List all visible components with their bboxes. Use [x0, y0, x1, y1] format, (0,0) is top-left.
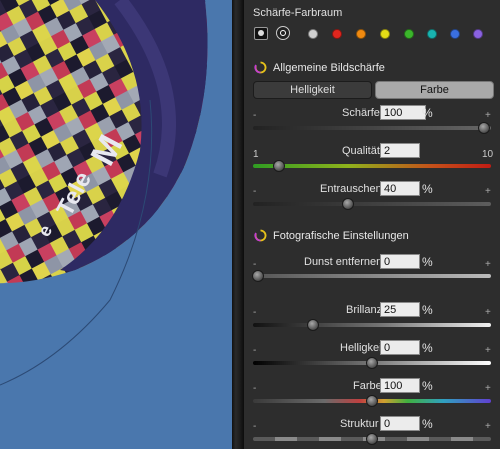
brightness-knob[interactable] — [366, 357, 378, 369]
color-dot-green[interactable] — [404, 29, 414, 39]
structure-input[interactable]: 0 — [380, 416, 420, 431]
section-photographic-settings: Fotografische Einstellungen — [273, 230, 409, 242]
color-dot-gray[interactable] — [308, 29, 318, 39]
panel-divider[interactable] — [232, 0, 244, 449]
sharpness-unit: % — [422, 106, 433, 120]
noise-label: Entrauschen — [320, 183, 382, 195]
quality-max-label: 10 — [482, 149, 494, 160]
color-label: Farbe — [353, 380, 382, 392]
tab-brightness[interactable]: Helligkeit — [253, 81, 372, 99]
hot-air-balloon-image: M Tele e — [0, 0, 208, 386]
color-wheel-icon[interactable] — [276, 26, 290, 40]
photo-preview: M Tele e — [0, 0, 232, 449]
noise-unit: % — [422, 182, 433, 196]
brilliance-track — [253, 323, 491, 327]
brightness-minus: - — [253, 345, 257, 356]
quality-input[interactable]: 2 — [380, 143, 420, 158]
tab-color[interactable]: Farbe — [375, 81, 494, 99]
color-plus: + — [485, 383, 491, 394]
brightness-unit: % — [422, 341, 433, 355]
color-dot-cyan[interactable] — [427, 29, 437, 39]
brilliance-unit: % — [422, 303, 433, 317]
sharpness-panel: Schärfe-Farbraum Allgemeine Bildschärfe … — [244, 0, 500, 449]
noise-input[interactable]: 40 — [380, 181, 420, 196]
sharpness-knob[interactable] — [477, 122, 490, 134]
brilliance-input[interactable]: 25 — [380, 302, 420, 317]
sharpness-input[interactable]: 100 — [380, 105, 426, 120]
brilliance-plus: + — [485, 307, 491, 318]
structure-knob[interactable] — [366, 433, 378, 445]
quality-track — [253, 164, 491, 168]
sharpness-minus: - — [253, 110, 257, 121]
haze-label: Dunst entfernen — [304, 256, 383, 268]
structure-label: Struktur — [340, 418, 379, 430]
structure-unit: % — [422, 417, 433, 431]
haze-knob[interactable] — [251, 270, 264, 282]
brightness-label: Helligkeit — [340, 342, 385, 354]
color-dot-yellow[interactable] — [380, 29, 390, 39]
structure-plus: + — [485, 421, 491, 432]
noise-track — [253, 202, 491, 206]
sharpness-track — [253, 126, 491, 130]
quality-label: Qualität — [342, 145, 380, 157]
color-knob[interactable] — [366, 395, 378, 407]
brilliance-label: Brillanz — [346, 304, 383, 316]
sharpness-plus: + — [485, 110, 491, 121]
color-unit: % — [422, 379, 433, 393]
color-dot-red[interactable] — [332, 29, 342, 39]
sharpness-label: Schärfe — [342, 107, 380, 119]
haze-track — [253, 274, 491, 278]
brilliance-minus: - — [253, 307, 257, 318]
quality-knob[interactable] — [273, 160, 286, 172]
reset-cycle-icon[interactable] — [254, 61, 267, 74]
color-dot-orange[interactable] — [356, 29, 366, 39]
noise-knob[interactable] — [342, 198, 355, 210]
reset-cycle-icon-2[interactable] — [254, 229, 267, 242]
brightness-input[interactable]: 0 — [380, 340, 420, 355]
haze-plus: + — [485, 259, 491, 270]
color-input[interactable]: 100 — [380, 378, 420, 393]
noise-plus: + — [485, 186, 491, 197]
color-dot-blue[interactable] — [450, 29, 460, 39]
color-minus: - — [253, 383, 257, 394]
haze-minus: - — [253, 259, 257, 270]
brilliance-knob[interactable] — [306, 319, 319, 331]
haze-unit: % — [422, 255, 433, 269]
section-general-sharpness: Allgemeine Bildschärfe — [273, 62, 385, 74]
camera-icon[interactable] — [254, 27, 268, 40]
quality-min-label: 1 — [253, 149, 259, 160]
color-dot-violet[interactable] — [473, 29, 483, 39]
structure-minus: - — [253, 421, 257, 432]
brightness-plus: + — [485, 345, 491, 356]
noise-minus: - — [253, 186, 257, 197]
color-space-title: Schärfe-Farbraum — [253, 7, 343, 19]
haze-input[interactable]: 0 — [380, 254, 420, 269]
